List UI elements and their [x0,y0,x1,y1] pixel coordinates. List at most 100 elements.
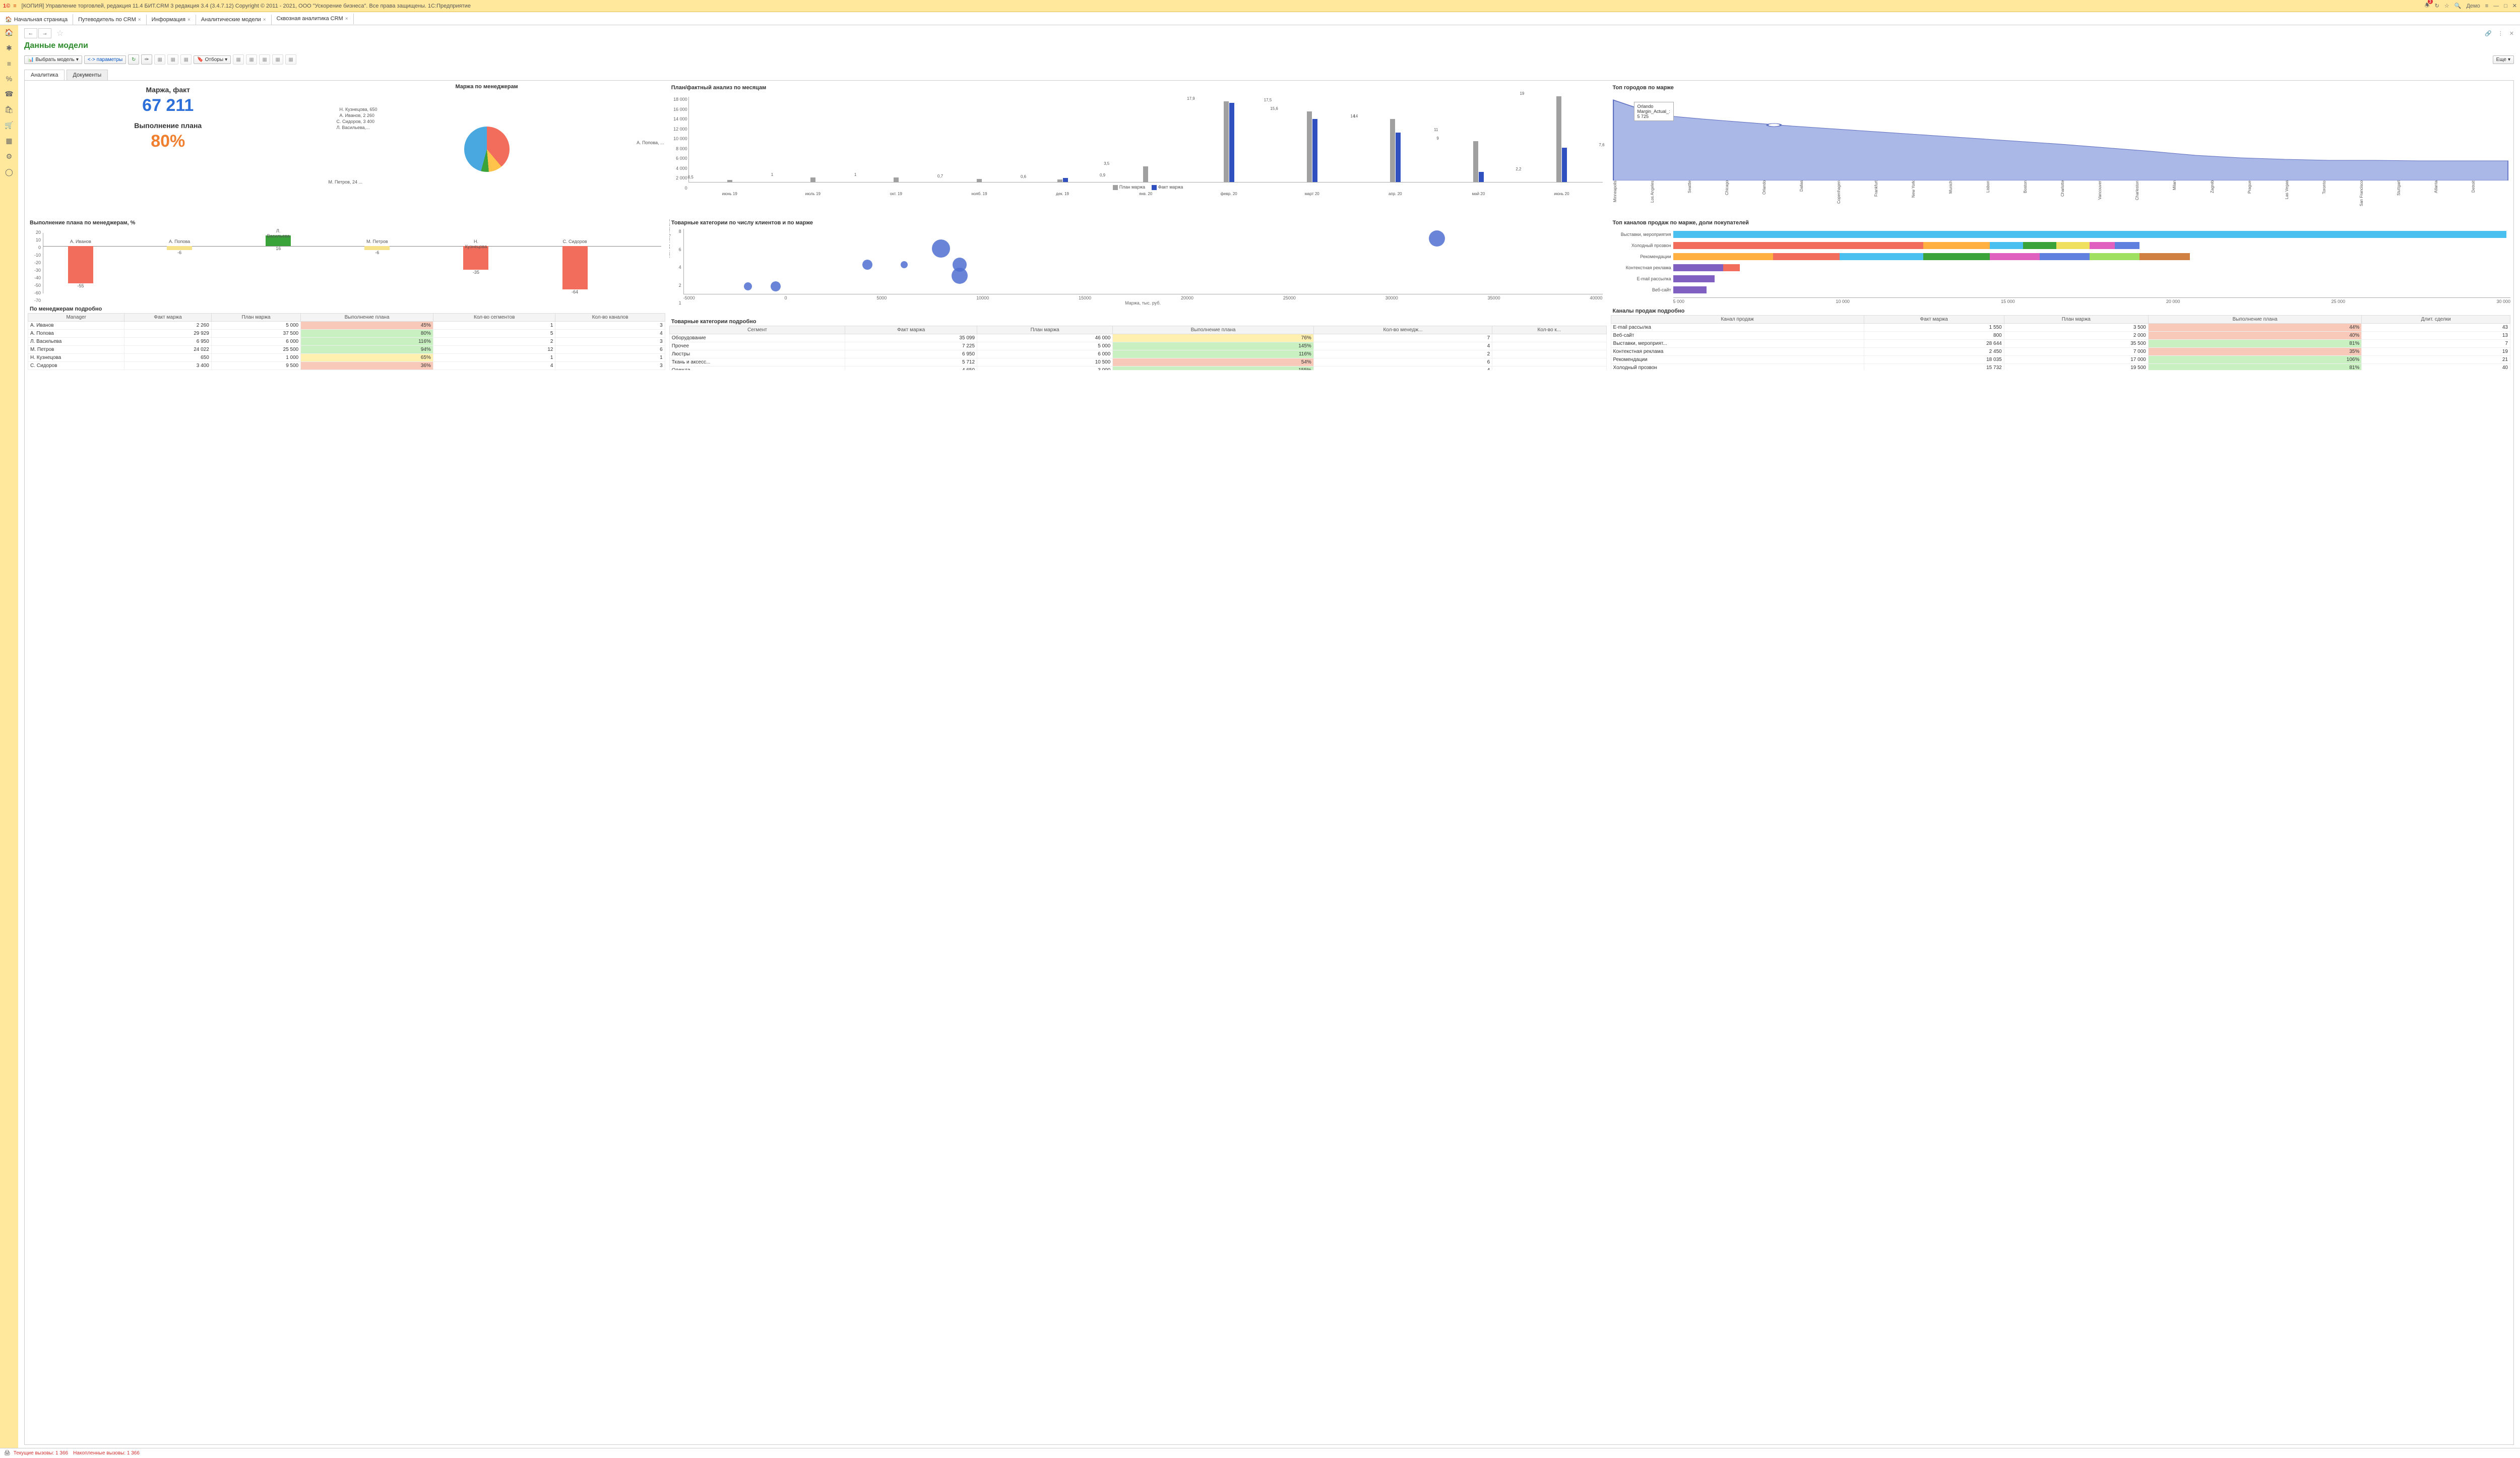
tab-close-icon[interactable]: × [263,17,266,23]
chan-table: Канал продажФакт маржаПлан маржаВыполнен… [1611,315,2510,370]
cities-title: Топ городов по марже [1611,84,2510,92]
tool-btn-1[interactable]: ▦ [154,54,165,65]
page-tab[interactable]: Сквозная аналитика CRM× [272,14,354,25]
page-link-icon[interactable]: 🔗 [2485,30,2492,37]
table-row[interactable]: Оборудование35 09946 00076%7 [669,334,1606,342]
status-accum: Накопленные вызовы: 1 366 [73,1450,140,1456]
inner-tabs: Аналитика Документы [24,70,2514,80]
page-menu-icon[interactable]: ⋮ [2498,30,2503,37]
sidebar-gear-icon[interactable]: ⚙ [6,152,13,161]
pointer-button[interactable]: ✑ [141,54,152,65]
close-window-icon[interactable]: ✕ [2512,3,2517,9]
channels-bar-title: Топ каналов продаж по марже, доли покупа… [1611,219,2510,227]
tool-btn-4[interactable]: ▦ [233,54,244,65]
search-icon[interactable]: 🔍 [2454,3,2462,9]
cat-table: СегментФакт маржаПлан маржаВыполнение пл… [669,326,1607,370]
tab-analytics[interactable]: Аналитика [24,70,65,80]
page-favorite-icon[interactable]: ☆ [56,28,64,38]
tool-btn-8[interactable]: ▦ [285,54,296,65]
select-model-button[interactable]: 📊 Выбрать модель ▾ [24,55,82,64]
title-bar: 1© ≡ [КОПИЯ] Управление торговлей, редак… [0,0,2520,12]
table-row[interactable]: Одежда4 6503 000155%4 [669,367,1606,371]
panel-kpi-pie: Маржа, факт 67 211 Выполнение плана 80% … [28,84,665,215]
table-row[interactable]: С. Сидоров3 4009 50036%43 [28,362,665,370]
page-tab[interactable]: Информация× [147,15,196,25]
tab-close-icon[interactable]: × [345,16,348,22]
panel-planfact: План/фактный анализ по месяцам 18 00016 … [669,84,1607,215]
sidebar-cart-icon[interactable]: 🛒 [5,121,13,130]
app-logo: 1© [3,3,10,9]
params-button[interactable]: <·> параметры [84,55,126,64]
tab-close-icon[interactable]: × [187,17,191,23]
table-row[interactable]: Н. Кузнецова6501 00065%11 [28,354,665,362]
planfact-legend: План маржа Факт маржа [688,185,1603,190]
left-sidebar: 🏠 ✱ ≡ % ☎ 🛍 🛒 ▦ ⚙ ◯ [0,25,18,1448]
panel-cities: Топ городов по марже Orlando Margin_Actu… [1611,84,2510,215]
more-button[interactable]: Еще ▾ [2493,55,2514,64]
table-row[interactable]: Люстры6 9506 000116%2 [669,350,1606,358]
sidebar-bag-icon[interactable]: 🛍 [5,105,14,114]
table-row[interactable]: Прочее7 2255 000145%4 [669,342,1606,350]
minimize-icon[interactable]: — [2493,3,2499,9]
table-row[interactable]: Контекстная реклама2 4507 00035%19 [1611,348,2510,356]
table-row[interactable]: Холодный прозвон15 73219 50081%40 [1611,364,2510,371]
sidebar-menu-icon[interactable]: ≡ [7,59,11,68]
tool-btn-5[interactable]: ▦ [246,54,257,65]
favorite-icon[interactable]: ☆ [2444,3,2449,9]
tool-btn-6[interactable]: ▦ [259,54,270,65]
page-tab[interactable]: Аналитические модели× [196,15,272,25]
maximize-icon[interactable]: □ [2504,3,2507,9]
notifications-icon[interactable]: 🕭3 [2425,1,2430,11]
main-area: ← → ☆ 🔗 ⋮ ✕ Данные модели 📊 Выбрать моде… [18,25,2520,1448]
tab-bar: 🏠 Начальная страница Путеводитель по CRM… [0,12,2520,25]
table-row[interactable]: М. Петров24 02225 50094%126 [28,346,665,354]
sidebar-grid-icon[interactable]: ▦ [6,137,12,145]
sidebar-globe-icon[interactable]: ◯ [5,168,13,176]
table-row[interactable]: Выставки, мероприят...28 64435 50081%7 [1611,340,2510,348]
window-title: [КОПИЯ] Управление торговлей, редакция 1… [22,3,2425,9]
table-row[interactable]: Веб-сайт8002 00040%13 [1611,332,2510,340]
tab-close-icon[interactable]: × [138,17,141,23]
refresh-button[interactable]: ↻ [128,54,139,65]
table-row[interactable]: Л. Васильева6 9506 000116%23 [28,338,665,346]
dashboard: Маржа, факт 67 211 Выполнение плана 80% … [24,80,2514,1445]
mgr-table: ManagerФакт маржаПлан маржаВыполнение пл… [28,313,665,370]
kpi-plan-label: Выполнение плана [28,122,308,130]
tool-btn-2[interactable]: ▦ [167,54,178,65]
table-row[interactable]: E-mail рассылка1 5503 50044%43 [1611,324,2510,332]
tab-documents[interactable]: Документы [67,70,108,80]
page-tab[interactable]: Путеводитель по CRM× [73,15,147,25]
nav-back-button[interactable]: ← [24,28,37,38]
planfact-title: План/фактный анализ по месяцам [669,84,1607,92]
sidebar-link-icon[interactable]: % [6,75,12,83]
main-menu-icon[interactable]: ≡ [13,3,16,9]
tool-btn-3[interactable]: ▦ [180,54,192,65]
kpi-margin-value: 67 211 [28,96,308,115]
status-current: Текущие вызовы: 1 366 [14,1450,68,1456]
pie-title: Маржа по менеджерам [308,84,665,91]
table-row[interactable]: Рекомендации18 03517 000106%21 [1611,356,2510,364]
nav-forward-button[interactable]: → [38,28,51,38]
panel-categories: Товарные категории по числу клиентов и п… [669,219,1607,370]
cities-area-chart [1613,95,2508,180]
titlebar-tools: 🕭3 ↻ ☆ 🔍 Демо ≡ — □ ✕ [2425,1,2517,11]
tab-home[interactable]: 🏠 Начальная страница [0,14,73,25]
settings-bars-icon[interactable]: ≡ [2485,3,2488,9]
sidebar-star-icon[interactable]: ✱ [6,44,12,52]
page-close-icon[interactable]: ✕ [2509,30,2514,37]
page-nav: ← → ☆ 🔗 ⋮ ✕ [18,25,2520,41]
kpi-plan-value: 80% [28,132,308,151]
history-icon[interactable]: ↻ [2435,3,2439,9]
user-label[interactable]: Демо [2466,3,2480,9]
table-row[interactable]: А. Попова29 92937 50080%54 [28,330,665,338]
sidebar-phone-icon[interactable]: ☎ [5,90,13,98]
tool-btn-7[interactable]: ▦ [272,54,283,65]
status-bar: 🖨 Текущие вызовы: 1 366 Накопленные вызо… [0,1448,2520,1458]
mgr-plan-title: Выполнение плана по менеджерам, % [28,219,665,227]
table-row[interactable]: А. Иванов2 2605 00045%13 [28,322,665,330]
bubble-title: Товарные категории по числу клиентов и п… [669,219,1607,227]
filters-button[interactable]: 🔖 Отборы ▾ [194,55,231,64]
sidebar-home-icon[interactable]: 🏠 [5,28,13,37]
panel-channels: Топ каналов продаж по марже, доли покупа… [1611,219,2510,370]
table-row[interactable]: Ткань и аксесс...5 71210 50054%6 [669,358,1606,367]
